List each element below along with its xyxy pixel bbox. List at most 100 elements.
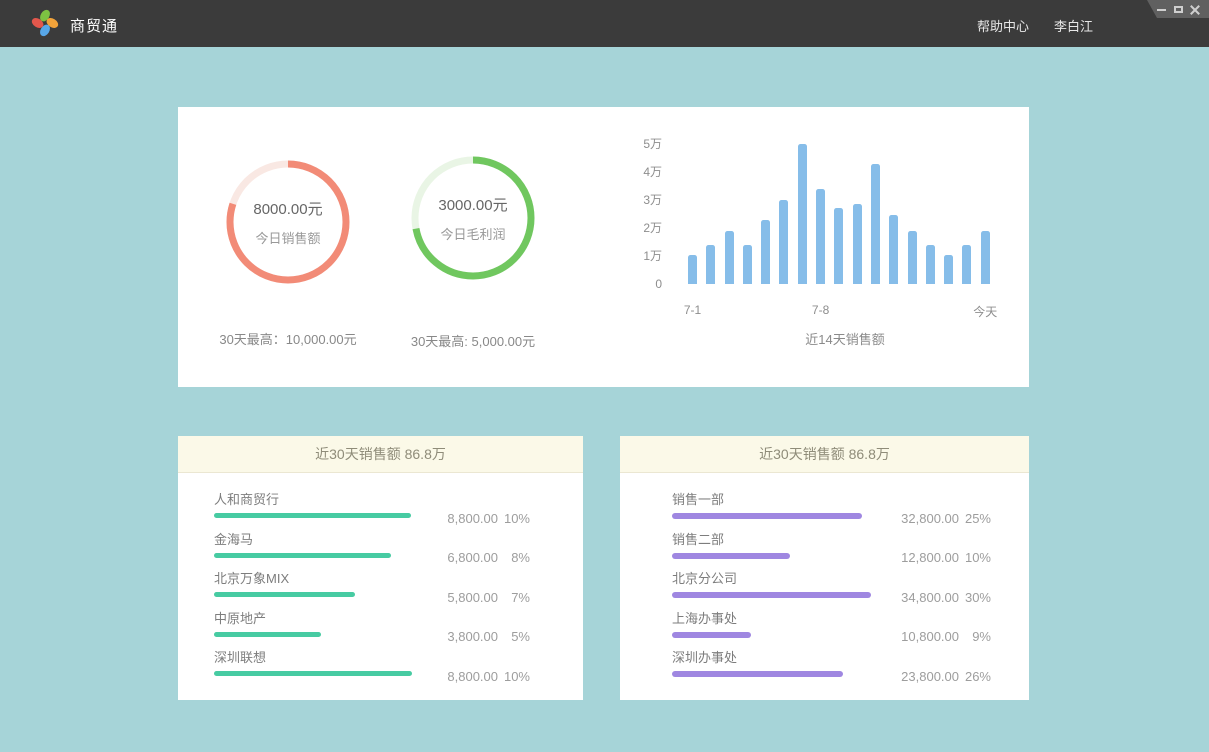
bar-chart-title: 近14天销售额 <box>695 329 995 348</box>
today-sales-label: 今日销售额 <box>255 228 320 247</box>
list-item-percent: 25% <box>959 511 991 526</box>
list-item-percent: 10% <box>498 669 530 684</box>
list-item-amount: 3,800.00 <box>418 629 498 644</box>
y-axis-tick-label: 3万 <box>608 193 662 207</box>
list-item-amount: 5,800.00 <box>418 590 498 605</box>
today-sales-gauge: 8000.00元 今日销售额 <box>226 160 350 284</box>
list-item-amount: 32,800.00 <box>879 511 959 526</box>
list-item-percent: 10% <box>498 511 530 526</box>
list-item-name: 北京分公司 <box>672 571 1029 587</box>
bar <box>889 215 898 284</box>
today-profit-gauge: 3000.00元 今日毛利润 <box>411 156 535 280</box>
list-item: 中原地产3,800.005% <box>214 611 583 651</box>
list-item-percent: 30% <box>959 590 991 605</box>
department-rows: 销售一部 32,800.0025% 销售二部 12,800.0010% 北京分公司 34,… <box>620 473 1029 690</box>
list-item: 上海办事处 10,800.009% <box>672 611 1029 651</box>
list-item-bar <box>672 592 871 598</box>
bar <box>853 204 862 284</box>
bar <box>688 255 697 284</box>
y-axis-tick-label: 1万 <box>608 249 662 263</box>
list-item-bar <box>214 553 391 558</box>
list-item-bar <box>672 671 843 677</box>
bar <box>798 144 807 284</box>
list-item-values: 32,800.0025% <box>879 511 991 526</box>
list-item-percent: 26% <box>959 669 991 684</box>
department-sales-card: 近30天销售额 86.8万 销售一部 32,800.0025% 销售二部 12,800… <box>620 436 1029 700</box>
app-title: 商贸通 <box>70 15 118 36</box>
list-item-percent: 10% <box>959 550 991 565</box>
list-item-values: 23,800.0026% <box>879 669 991 684</box>
bar <box>816 189 825 284</box>
y-axis-tick-label: 2万 <box>608 221 662 235</box>
list-item-name: 销售二部 <box>672 532 1029 548</box>
list-item: 北京万象MIX 5,800.007% <box>214 571 583 611</box>
department-card-title: 近30天销售额 86.8万 <box>620 436 1029 473</box>
bar <box>908 231 917 284</box>
list-item-bar <box>214 632 321 637</box>
customer-card-title: 近30天销售额 86.8万 <box>178 436 583 473</box>
close-icon[interactable] <box>1190 4 1201 15</box>
x-axis-tick-label: 7-1 <box>658 303 728 317</box>
bar <box>725 231 734 284</box>
bar-chart-bars <box>688 144 998 284</box>
list-item-bar <box>672 632 751 638</box>
list-item-values: 12,800.0010% <box>879 550 991 565</box>
list-item-values: 6,800.008% <box>418 550 530 565</box>
list-item-percent: 9% <box>959 629 991 644</box>
today-profit-label: 今日毛利润 <box>440 224 505 243</box>
list-item: 销售二部 12,800.0010% <box>672 532 1029 572</box>
list-item-name: 销售一部 <box>672 492 1029 508</box>
bar <box>926 245 935 284</box>
list-item-amount: 12,800.00 <box>879 550 959 565</box>
bar <box>944 255 953 284</box>
list-item-name: 上海办事处 <box>672 611 1029 627</box>
list-item: 北京分公司 34,800.0030% <box>672 571 1029 611</box>
list-item-values: 8,800.0010% <box>418 669 530 684</box>
app-logo-pinwheel-icon <box>28 6 62 40</box>
list-item-percent: 5% <box>498 629 530 644</box>
help-center-link[interactable]: 帮助中心 <box>977 16 1029 35</box>
list-item-bar <box>214 671 412 676</box>
list-item-amount: 34,800.00 <box>879 590 959 605</box>
list-item-values: 34,800.0030% <box>879 590 991 605</box>
list-item-values: 5,800.007% <box>418 590 530 605</box>
list-item-amount: 8,800.00 <box>418 511 498 526</box>
bar <box>743 245 752 284</box>
customer-rows: 人和商贸行8,800.0010%金海马6,800.008%北京万象MIX5,80… <box>178 473 583 690</box>
bar <box>706 245 715 284</box>
list-item-amount: 6,800.00 <box>418 550 498 565</box>
list-item-bar <box>672 553 790 559</box>
list-item: 金海马 6,800.008% <box>214 532 583 572</box>
list-item-name: 金海马 <box>214 532 583 548</box>
window-controls <box>1147 0 1209 18</box>
user-name-link[interactable]: 李白江 <box>1054 16 1093 35</box>
list-item-name: 北京万象MIX <box>214 571 583 587</box>
x-axis-tick-label: 7-8 <box>786 303 856 317</box>
list-item-amount: 8,800.00 <box>418 669 498 684</box>
bar <box>981 231 990 284</box>
minimize-icon[interactable] <box>1156 4 1167 15</box>
titlebar: 商贸通 帮助中心 李白江 <box>0 0 1209 47</box>
list-item-amount: 10,800.00 <box>879 629 959 644</box>
maximize-icon[interactable] <box>1173 4 1184 15</box>
list-item-percent: 7% <box>498 590 530 605</box>
today-profit-value: 3000.00元 <box>438 194 507 215</box>
list-item-percent: 8% <box>498 550 530 565</box>
list-item-bar <box>214 592 355 597</box>
list-item: 销售一部 32,800.0025% <box>672 492 1029 532</box>
list-item-bar <box>214 513 411 518</box>
list-item: 深圳联想 8,800.0010% <box>214 650 583 690</box>
bar <box>761 220 770 284</box>
list-item-bar <box>672 513 862 519</box>
y-axis-tick-label: 0 <box>608 277 662 291</box>
list-item-name: 深圳联想 <box>214 650 583 666</box>
list-item-name: 人和商贸行 <box>214 492 583 508</box>
y-axis-tick-label: 5万 <box>608 137 662 151</box>
today-sales-value: 8000.00元 <box>253 198 322 219</box>
y-axis-tick-label: 4万 <box>608 165 662 179</box>
list-item-amount: 23,800.00 <box>879 669 959 684</box>
x-axis-tick-label: 今天 <box>950 303 1020 320</box>
list-item: 人和商贸行 8,800.0010% <box>214 492 583 532</box>
bar <box>779 200 788 284</box>
list-item: 深圳办事处23,800.0026% <box>672 650 1029 690</box>
